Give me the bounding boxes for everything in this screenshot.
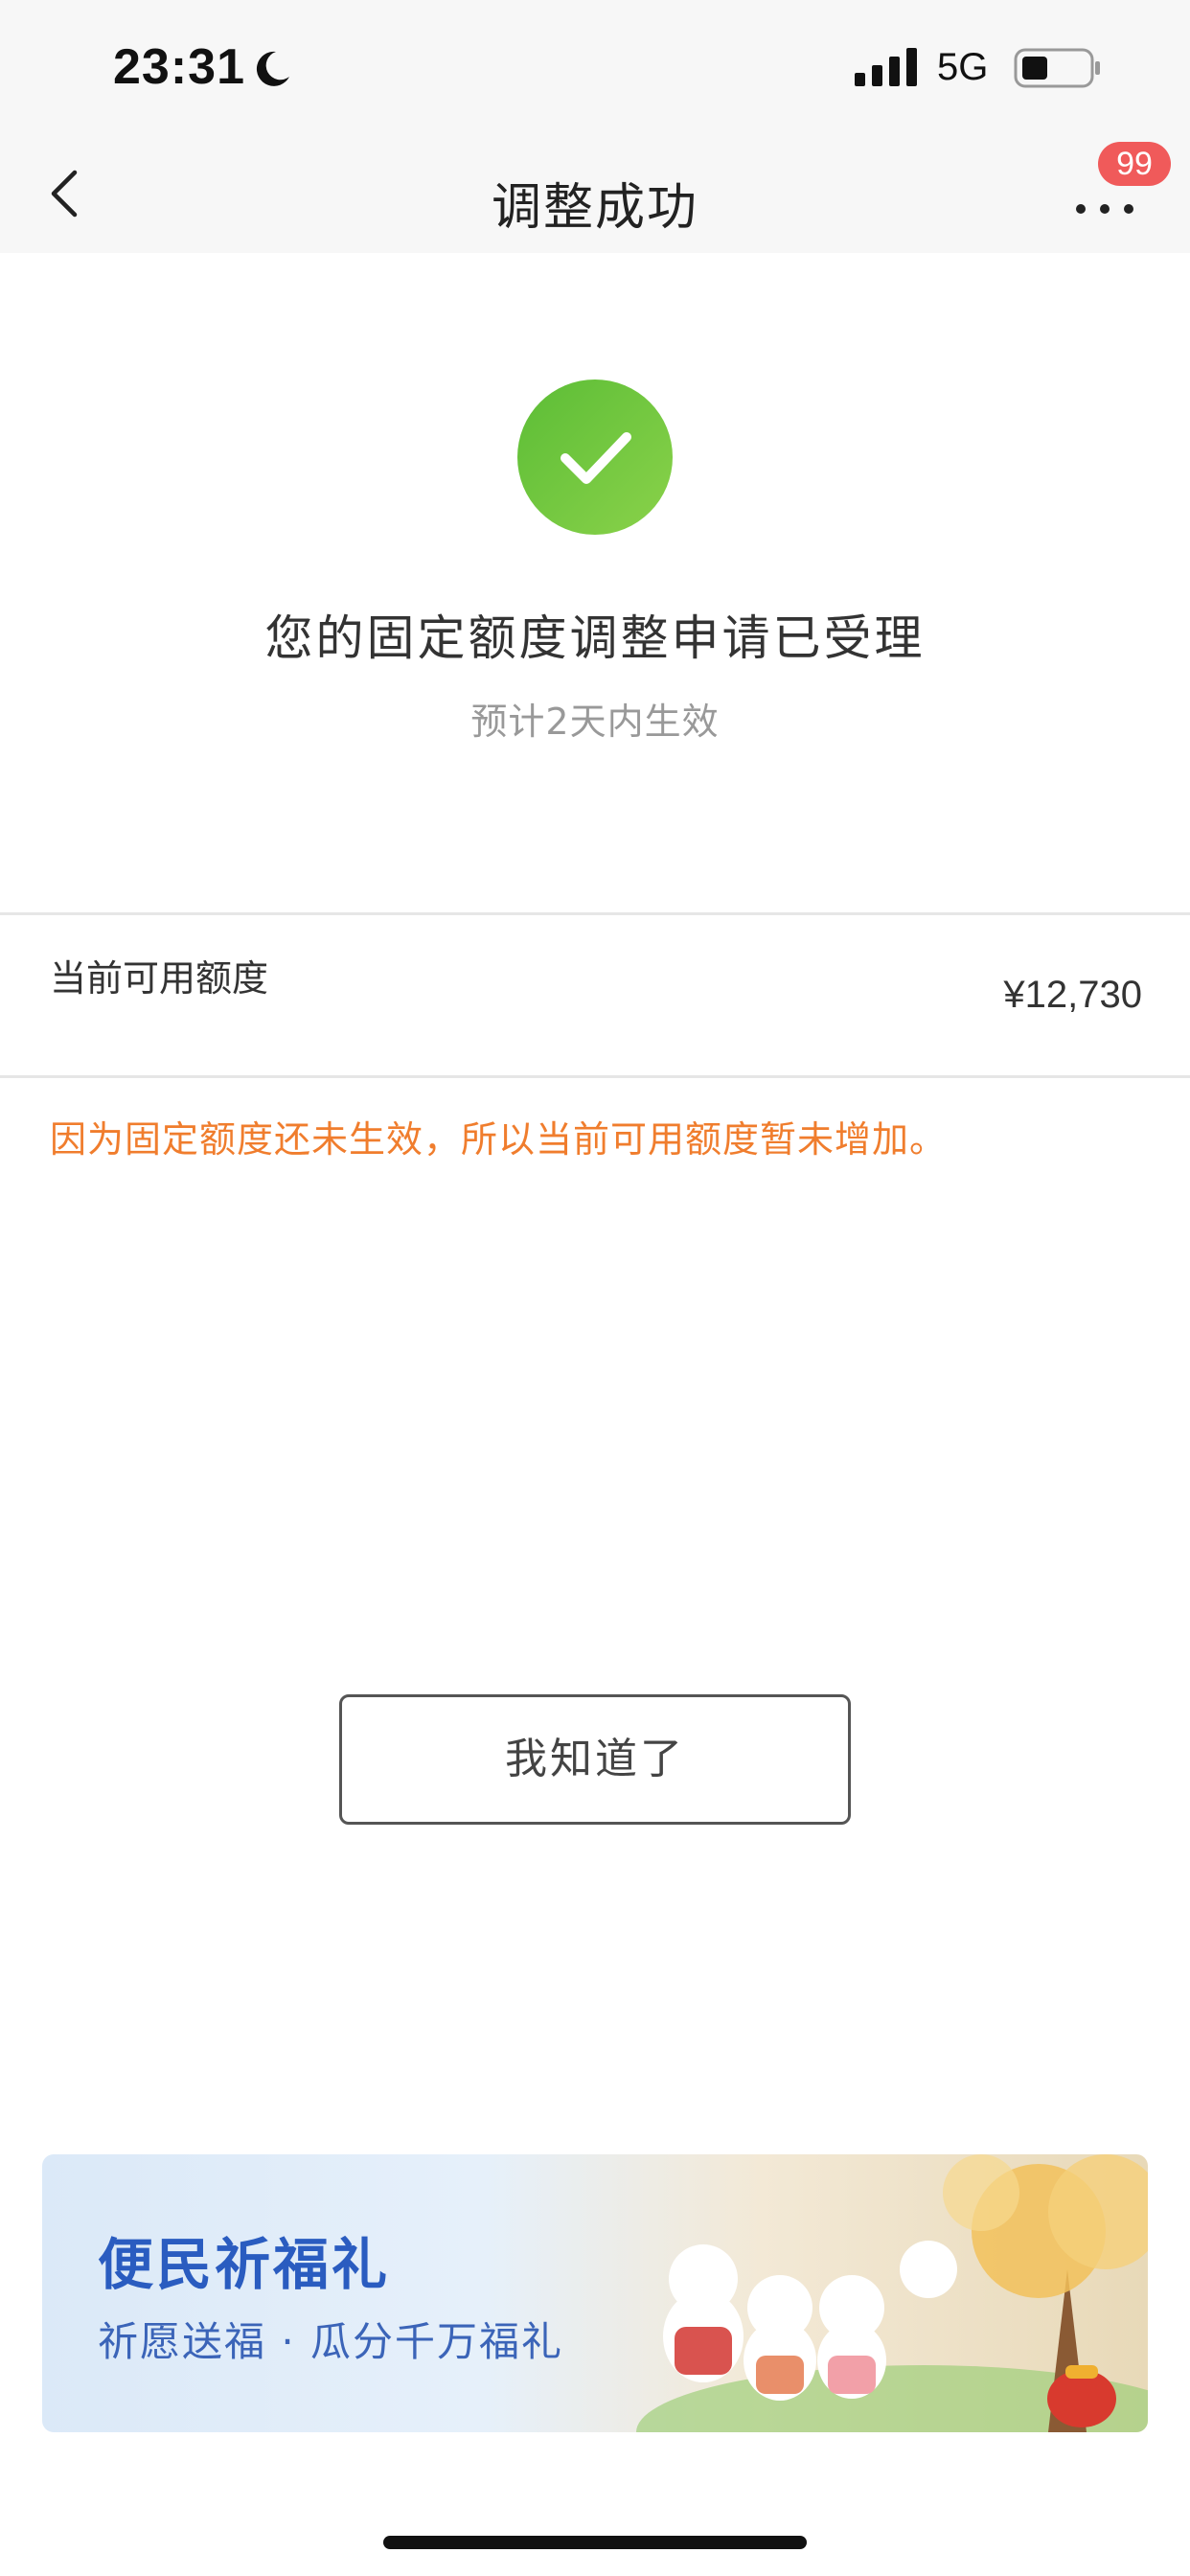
banner-subtitle: 祈愿送福 · 瓜分千万福礼 (98, 2318, 564, 2365)
notification-badge: 99 (1098, 142, 1171, 186)
credit-label: 当前可用额度 (50, 957, 269, 1000)
cat-2 (744, 2275, 816, 2401)
network-type: 5G (937, 46, 989, 88)
result-title: 您的固定额度调整申请已受理 (264, 610, 926, 666)
cat-4 (900, 2241, 957, 2298)
result-subtitle: 预计2天内生效 (470, 701, 720, 743)
navigation-bar: 调整成功 (0, 134, 1190, 253)
check-circle-icon (517, 380, 673, 535)
signal-icon (855, 48, 917, 86)
cat-1 (663, 2244, 744, 2382)
lucky-cats-illustration (636, 2154, 1148, 2432)
cat-3 (817, 2275, 886, 2399)
status-time: 23:31 (113, 39, 245, 95)
promo-banner[interactable]: 便民祈福礼 祈愿送福 · 瓜分千万福礼 (42, 2154, 1148, 2432)
banner-title: 便民祈福礼 (98, 2232, 391, 2297)
page-title: 调整成功 (491, 179, 698, 237)
notice-text: 因为固定额度还未生效，所以当前可用额度暂未增加。 (50, 1118, 948, 1161)
battery-icon (1014, 48, 1100, 88)
app-screen: 23:31 5G 调整成功 99 您的固定额度调整申请已受理 预计2天内生效 当… (0, 0, 1190, 2576)
credit-value: ¥12,730 (1003, 974, 1142, 1016)
confirm-button[interactable]: 我知道了 (339, 1694, 851, 1825)
home-indicator (383, 2536, 807, 2549)
moon-icon (256, 51, 289, 86)
divider-top (0, 912, 1190, 915)
divider-bottom (0, 1075, 1190, 1078)
status-bar: 23:31 5G (0, 0, 1190, 134)
